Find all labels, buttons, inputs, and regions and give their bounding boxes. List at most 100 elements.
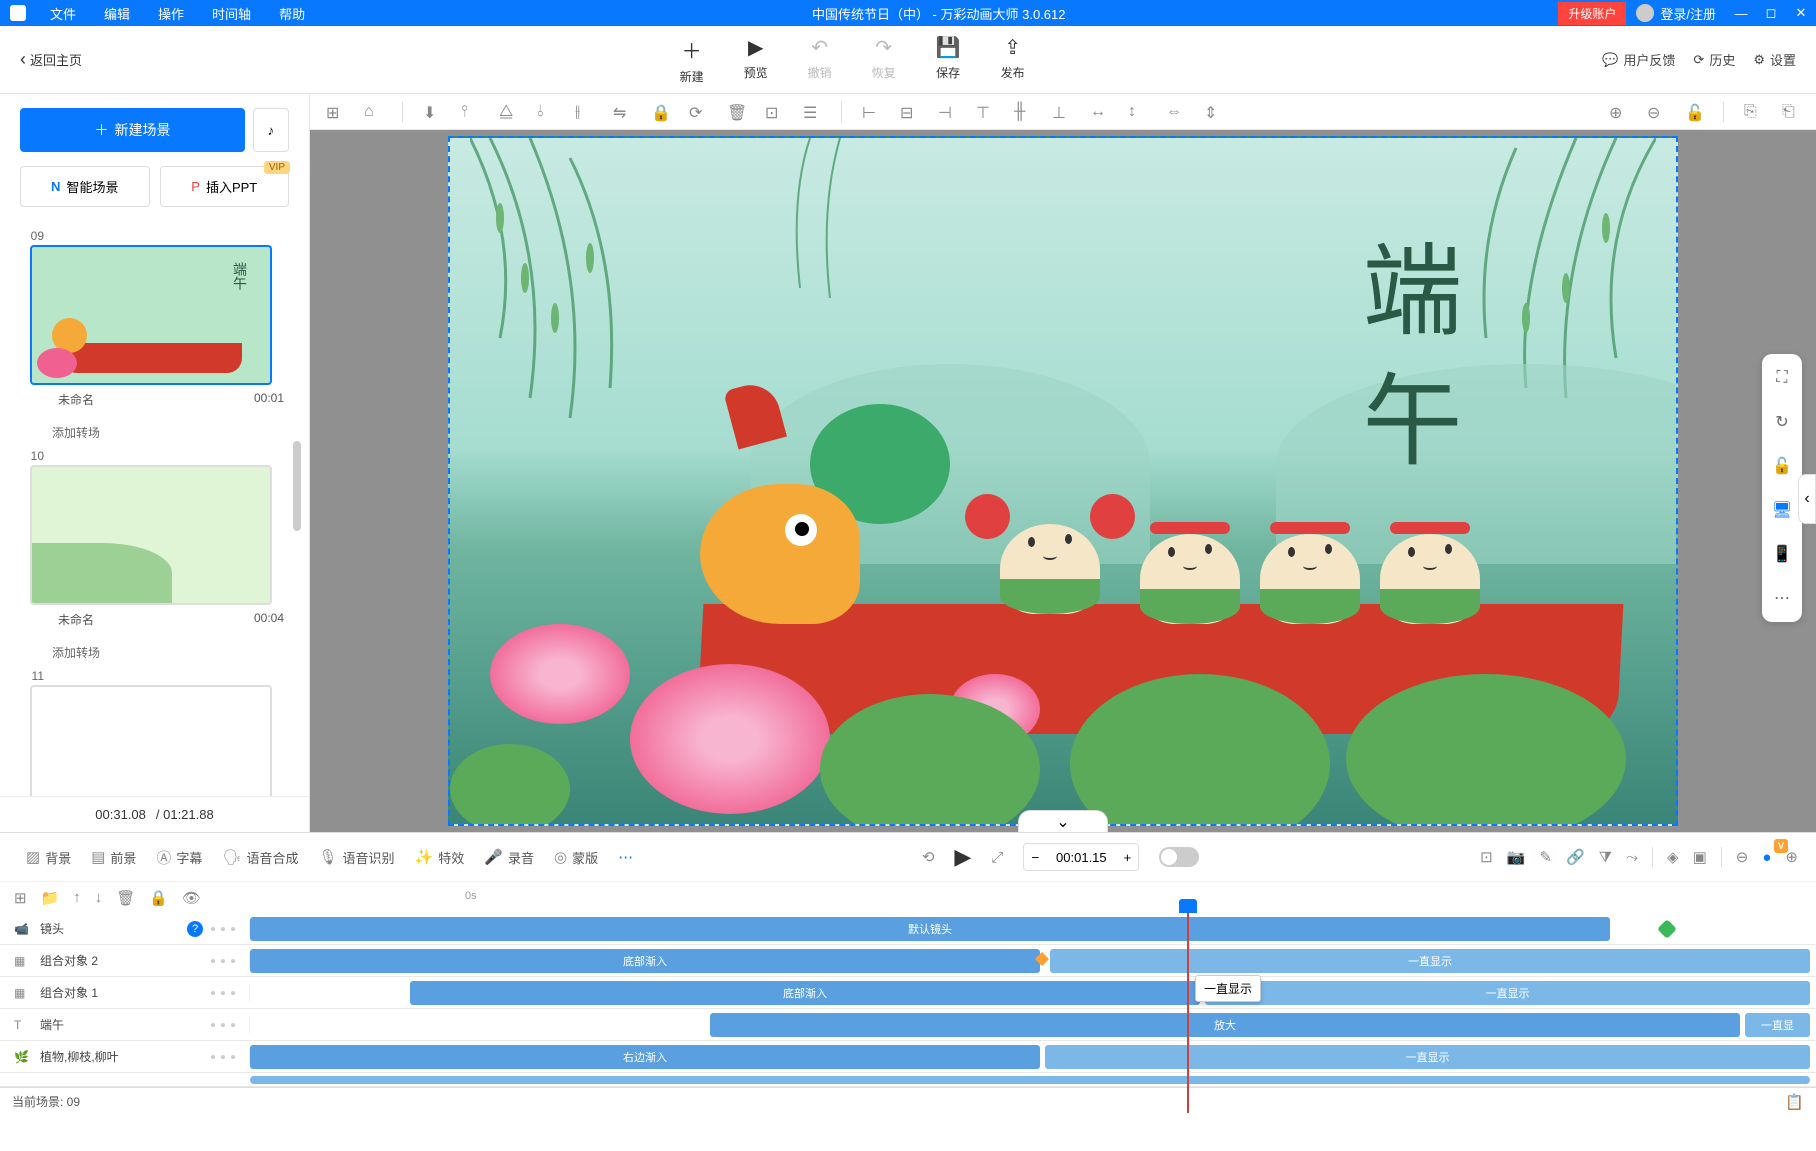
undo-button[interactable]: ↶撤销 (808, 35, 832, 85)
track-header[interactable]: 📹 镜头 ? (0, 920, 250, 937)
import-icon[interactable]: ⬇ (423, 103, 441, 121)
unlock-icon[interactable]: 🔓 (1685, 103, 1703, 121)
layout-icon[interactable]: ⊞ (326, 103, 344, 121)
scene-item-11[interactable]: 11 (24, 667, 285, 796)
distribute-icon[interactable]: ⫲ (575, 103, 593, 121)
login-button[interactable]: 登录/注册 (1626, 4, 1726, 23)
rotate-icon[interactable]: ↻ (1770, 410, 1794, 434)
align-v-bot-icon[interactable]: ⊥ (1052, 103, 1070, 121)
spacing-v-icon[interactable]: ⇕ (1204, 103, 1222, 121)
time-decrease-button[interactable]: − (1024, 844, 1046, 870)
maximize-button[interactable]: ◻ (1756, 5, 1786, 21)
scene-thumbnail[interactable] (30, 685, 272, 796)
clip-always-show[interactable]: 一直显示 (1045, 1045, 1810, 1069)
clipboard-icon[interactable]: 📋 (1785, 1093, 1804, 1111)
minimize-button[interactable]: — (1726, 6, 1756, 21)
playhead-handle-icon[interactable] (1179, 899, 1197, 913)
marker-icon[interactable]: ▣ (1693, 848, 1707, 866)
asr-button[interactable]: 🎙语音识别 (311, 844, 403, 871)
new-scene-button[interactable]: ＋ 新建场景 (20, 108, 245, 152)
filter-icon[interactable]: ⧩ (1599, 849, 1612, 866)
desktop-view-icon[interactable]: 🖥 (1770, 498, 1794, 522)
scrollbar-handle[interactable] (293, 441, 301, 531)
help-icon[interactable]: ? (187, 921, 203, 937)
ai-scene-button[interactable]: N智能场景 (20, 166, 150, 207)
new-button[interactable]: ＋新建 (680, 35, 704, 85)
preview-button[interactable]: ▶预览 (744, 35, 768, 85)
transition-label[interactable]: 添加转场 (24, 418, 285, 447)
zoom-out-icon[interactable]: ⊖ (1647, 103, 1665, 121)
scene-item-10[interactable]: 10 未命名00:04 (24, 447, 285, 634)
menu-edit[interactable]: 编辑 (90, 4, 144, 23)
delete-track-icon[interactable]: 🗑 (116, 889, 135, 907)
home-icon[interactable]: ⌂ (364, 103, 382, 121)
history-button[interactable]: ⟳历史 (1693, 50, 1735, 69)
distribute-h-icon[interactable]: ↔ (1090, 103, 1108, 121)
spacing-h-icon[interactable]: ⇔ (1166, 103, 1184, 121)
zoom-in-icon[interactable]: ⊕ (1609, 103, 1627, 121)
distribute-v-icon[interactable]: ↕ (1128, 103, 1146, 121)
group-icon[interactable]: ⊡ (765, 103, 783, 121)
refresh-icon[interactable]: ⟳ (689, 103, 707, 121)
track-header[interactable]: T 端午 (0, 1016, 250, 1033)
clip-zoom[interactable]: 放大 (710, 1013, 1740, 1037)
expand-button[interactable]: ⤢ (991, 849, 1003, 866)
menu-file[interactable]: 文件 (36, 4, 90, 23)
align-v-top-icon[interactable]: ⊤ (976, 103, 994, 121)
collapse-right-button[interactable]: ‹ (1798, 474, 1816, 524)
fit-icon[interactable]: ⊡ (1480, 848, 1493, 866)
record-button[interactable]: 🎤录音 (476, 844, 542, 871)
align-v-mid-icon[interactable]: ╫ (1014, 103, 1032, 121)
time-increase-button[interactable]: + (1116, 844, 1138, 870)
delete-icon[interactable]: 🗑 (727, 103, 745, 121)
clip-bottom-in[interactable]: 底部渐入 (410, 981, 1200, 1005)
track-header[interactable]: ▦ 组合对象 1 (0, 984, 250, 1001)
menu-timeline[interactable]: 时间轴 (198, 4, 265, 23)
background-button[interactable]: ▨背景 (18, 844, 79, 871)
collapse-timeline-button[interactable]: ⌄ (1018, 810, 1108, 832)
zoom-reset-button[interactable]: ● (1762, 849, 1771, 866)
redo-button[interactable]: ↷恢复 (872, 35, 896, 85)
toggle-switch[interactable] (1159, 847, 1199, 867)
move-down-icon[interactable]: ↓ (95, 889, 103, 906)
feedback-button[interactable]: 💬用户反馈 (1602, 50, 1675, 69)
more-button[interactable]: ⋯ (610, 844, 641, 870)
camera-icon[interactable]: 📷 (1507, 848, 1526, 866)
back-home-button[interactable]: 返回主页 (0, 49, 102, 70)
align-center-icon[interactable]: ⊟ (900, 103, 918, 121)
unlock-icon[interactable]: 🔓 (1770, 454, 1794, 478)
settings-button[interactable]: ⚙设置 (1753, 50, 1796, 69)
align-bottom-icon[interactable]: ⫰ (537, 103, 555, 121)
path-icon[interactable]: ⤳ (1626, 849, 1638, 866)
more-icon[interactable]: ⋯ (1770, 586, 1794, 610)
fx-button[interactable]: ✨特效 (407, 844, 473, 871)
timeline-scrollbar[interactable] (0, 1073, 1816, 1087)
clip-always-show[interactable]: 一直显示 (1205, 981, 1810, 1005)
list-icon[interactable]: ☰ (803, 103, 821, 121)
menu-action[interactable]: 操作 (144, 4, 198, 23)
visibility-icon[interactable]: 👁 (182, 889, 201, 907)
fullscreen-icon[interactable]: ⛶ (1770, 366, 1794, 390)
align-middle-icon[interactable]: ⧋ (499, 103, 517, 121)
save-button[interactable]: 💾保存 (936, 35, 961, 85)
time-input[interactable] (1046, 850, 1116, 865)
add-track-icon[interactable]: ⊞ (14, 889, 27, 907)
close-button[interactable]: ✕ (1786, 5, 1816, 21)
rewind-button[interactable]: ⟲ (922, 848, 935, 866)
music-button[interactable]: ♪ (253, 108, 289, 152)
track-header[interactable]: 🌿 植物,柳枝,柳叶 (0, 1048, 250, 1065)
subtitle-button[interactable]: Ⓐ字幕 (148, 843, 210, 872)
playhead[interactable] (1187, 913, 1189, 1113)
clip-always-show[interactable]: 一直显示 (1050, 949, 1810, 973)
align-left-icon[interactable]: ⊢ (862, 103, 880, 121)
lock-icon[interactable]: 🔒 (651, 103, 669, 121)
play-button[interactable]: ▶ (954, 844, 971, 870)
folder-icon[interactable]: 📁 (41, 889, 60, 907)
clip-always-show-end[interactable]: 一直显 (1745, 1013, 1810, 1037)
edit-icon[interactable]: ✎ (1539, 848, 1552, 866)
foreground-button[interactable]: ▤前景 (83, 844, 144, 871)
upgrade-button[interactable]: 升级账户 (1558, 2, 1626, 25)
publish-button[interactable]: ⇪发布 (1001, 35, 1025, 85)
scene-item-09[interactable]: 09 端午 未命名00:01 (24, 227, 285, 414)
align-right-icon[interactable]: ⊣ (938, 103, 956, 121)
